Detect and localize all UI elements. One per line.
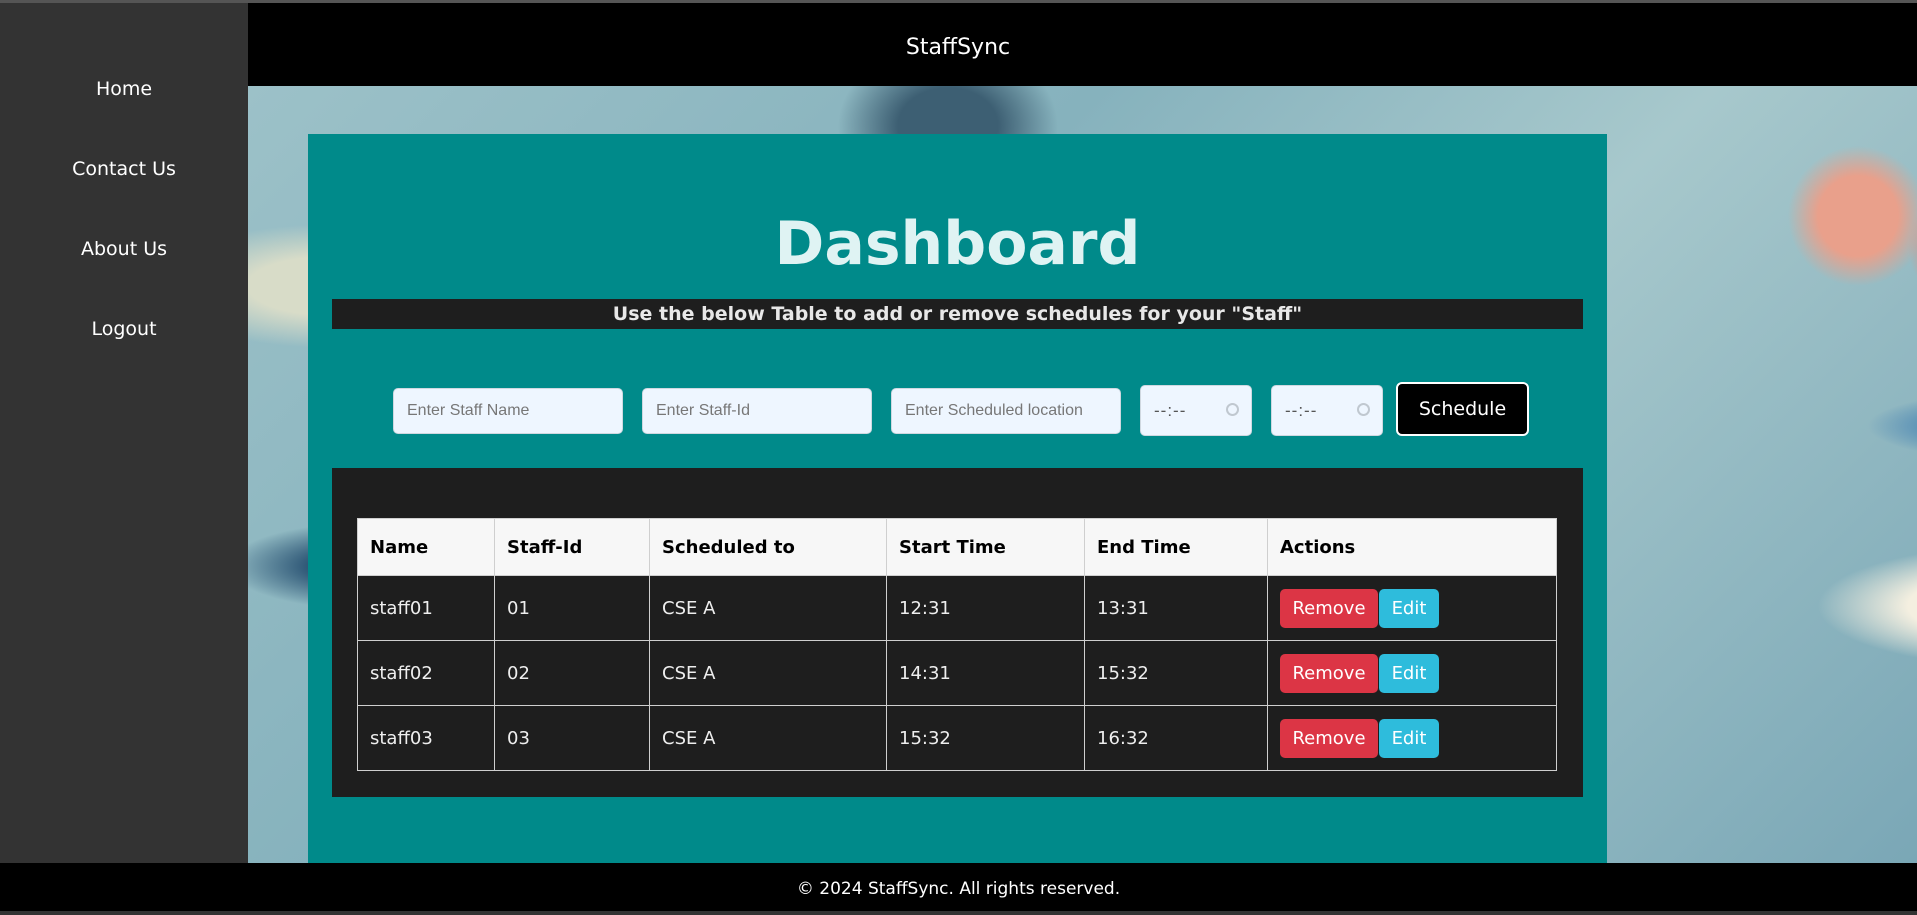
cell-start-time: 15:32 (886, 705, 1085, 771)
cell-end-time: 16:32 (1084, 705, 1268, 771)
footer: © 2024 StaffSync. All rights reserved. (0, 863, 1917, 911)
start-time-placeholder: --:-- (1154, 401, 1187, 420)
cell-name: staff03 (357, 705, 495, 771)
cell-scheduled-to: CSE A (649, 575, 887, 641)
cell-actions: Remove Edit (1267, 640, 1557, 706)
end-time-placeholder: --:-- (1285, 401, 1318, 420)
nav-home[interactable]: Home (0, 78, 248, 100)
dashboard-instructions: Use the below Table to add or remove sch… (332, 299, 1583, 329)
cell-staff-id: 01 (494, 575, 650, 641)
cell-staff-id: 03 (494, 705, 650, 771)
clock-icon[interactable] (1226, 403, 1239, 416)
table-row: staff01 01 CSE A 12:31 13:31 Remove Edit (357, 575, 1557, 641)
cell-scheduled-to: CSE A (649, 640, 887, 706)
nav-about-us[interactable]: About Us (0, 238, 248, 260)
remove-button[interactable]: Remove (1280, 653, 1378, 693)
edit-button[interactable]: Edit (1379, 653, 1439, 693)
scheduled-location-input[interactable] (891, 388, 1121, 434)
nav-logout[interactable]: Logout (0, 318, 248, 340)
table-row: staff03 03 CSE A 15:32 16:32 Remove Edit (357, 705, 1557, 771)
schedule-table-panel: Name Staff-Id Scheduled to Start Time En… (332, 468, 1583, 797)
staff-name-input[interactable] (393, 388, 623, 434)
col-header-staff-id: Staff-Id (494, 518, 650, 576)
cell-start-time: 12:31 (886, 575, 1085, 641)
col-header-actions: Actions (1267, 518, 1557, 576)
cell-staff-id: 02 (494, 640, 650, 706)
col-header-end-time: End Time (1084, 518, 1268, 576)
nav-contact-us[interactable]: Contact Us (0, 158, 248, 180)
remove-button[interactable]: Remove (1280, 718, 1378, 758)
cell-name: staff02 (357, 640, 495, 706)
cell-actions: Remove Edit (1267, 575, 1557, 641)
table-header-row: Name Staff-Id Scheduled to Start Time En… (357, 518, 1557, 576)
cell-end-time: 15:32 (1084, 640, 1268, 706)
col-header-scheduled-to: Scheduled to (649, 518, 887, 576)
cell-name: staff01 (357, 575, 495, 641)
col-header-name: Name (357, 518, 495, 576)
schedule-button[interactable]: Schedule (1396, 382, 1529, 436)
edit-button[interactable]: Edit (1379, 718, 1439, 758)
staff-id-input[interactable] (642, 388, 872, 434)
end-time-input[interactable]: --:-- (1271, 385, 1383, 436)
cell-start-time: 14:31 (886, 640, 1085, 706)
top-header: StaffSync (248, 3, 1917, 86)
footer-copyright: © 2024 StaffSync. All rights reserved. (796, 879, 1121, 899)
cell-scheduled-to: CSE A (649, 705, 887, 771)
table-row: staff02 02 CSE A 14:31 15:32 Remove Edit (357, 640, 1557, 706)
cell-end-time: 13:31 (1084, 575, 1268, 641)
clock-icon[interactable] (1357, 403, 1370, 416)
schedule-table: Name Staff-Id Scheduled to Start Time En… (357, 518, 1557, 771)
dashboard-card: Dashboard Use the below Table to add or … (308, 134, 1607, 863)
sidebar: Home Contact Us About Us Logout (0, 3, 248, 863)
cell-actions: Remove Edit (1267, 705, 1557, 771)
start-time-input[interactable]: --:-- (1140, 385, 1252, 436)
page-title: Dashboard (774, 209, 1141, 279)
brand-title: StaffSync (905, 35, 1011, 60)
col-header-start-time: Start Time (886, 518, 1085, 576)
remove-button[interactable]: Remove (1280, 588, 1378, 628)
edit-button[interactable]: Edit (1379, 588, 1439, 628)
